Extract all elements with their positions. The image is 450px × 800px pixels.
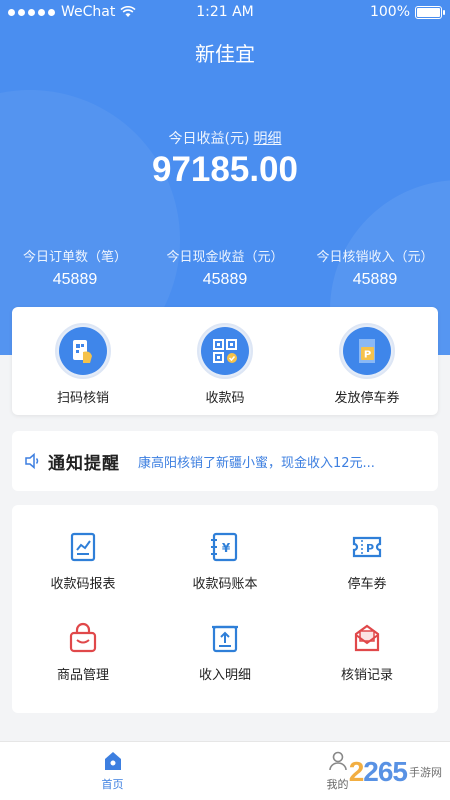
menu-item-parking-coupon[interactable]: P 停车券 — [296, 531, 438, 621]
page-title: 新佳宜 — [195, 42, 255, 66]
qr-code-icon — [213, 339, 237, 363]
battery-percent: 100% — [369, 4, 410, 20]
notice-title: 通知提醒 — [48, 453, 120, 474]
stat-orders: 今日订单数（笔） 45889 — [0, 246, 150, 289]
menu-item-label: 收款码账本 — [192, 577, 258, 592]
svg-text:P: P — [364, 350, 371, 361]
shopping-bag-icon — [69, 622, 97, 653]
stat-value: 45889 — [52, 271, 98, 288]
menu-item-label: 收入明细 — [198, 668, 251, 683]
watermark-number: 2265 — [348, 756, 408, 787]
stat-verify-income: 今日核销收入（元） 45889 — [300, 246, 450, 289]
home-icon — [104, 752, 121, 770]
header-banner: WeChat 1:21 AM 100% 新佳宜 今日收益(元) 明细 97185.… — [0, 0, 450, 355]
menu-grid: 收款码报表 ¥ 收款码账本 P 停车券 商品管理 收入明细 核销记录 — [12, 505, 438, 713]
notice-bar[interactable]: 通知提醒 康高阳核销了新疆小蜜，现金收入12元... — [12, 431, 438, 491]
stat-label: 今日核销收入（元） — [316, 250, 434, 265]
earnings-detail-link[interactable]: 明细 — [253, 131, 281, 147]
menu-item-label: 收款码报表 — [50, 577, 116, 592]
menu-item-label: 停车券 — [347, 577, 387, 592]
menu-item-verify-record[interactable]: 核销记录 — [296, 622, 438, 712]
quick-action-label: 发放停车券 — [334, 391, 400, 406]
tab-label: 首页 — [101, 778, 124, 791]
earnings-label-text: 今日收益(元) — [168, 131, 250, 147]
issue-parking-ticket-button[interactable]: P 发放停车券 — [296, 307, 438, 415]
report-icon — [70, 532, 96, 562]
scan-verify-button[interactable]: 扫码核销 — [12, 307, 154, 415]
speaker-icon — [25, 452, 39, 470]
quick-actions-card: 扫码核销 收款码 P 发放停车券 — [12, 307, 438, 415]
tab-label: 我的 — [326, 778, 349, 791]
tab-home[interactable]: 首页 — [0, 742, 225, 800]
quick-action-label: 收款码 — [205, 391, 245, 406]
earnings-amount: 97185.00 — [152, 150, 298, 189]
svg-text:¥: ¥ — [222, 541, 231, 555]
watermark-logo: 2265 手游网 — [349, 756, 442, 788]
stat-cash-income: 今日现金收益（元） 45889 — [150, 246, 300, 289]
verify-record-icon — [354, 624, 380, 652]
ledger-icon: ¥ — [210, 532, 238, 562]
menu-item-goods-management[interactable]: 商品管理 — [12, 622, 154, 712]
notice-message[interactable]: 康高阳核销了新疆小蜜，现金收入12元... — [138, 452, 375, 471]
stat-value: 45889 — [352, 271, 398, 288]
profile-icon — [328, 751, 347, 771]
status-bar: WeChat 1:21 AM 100% — [0, 0, 450, 26]
menu-item-label: 核销记录 — [340, 668, 393, 683]
parking-coupon-icon: P — [352, 536, 382, 558]
scan-verify-icon — [73, 340, 92, 363]
svg-text:P: P — [366, 542, 374, 555]
menu-item-label: 商品管理 — [56, 668, 109, 683]
menu-item-qr-report[interactable]: 收款码报表 — [12, 531, 154, 621]
quick-action-label: 扫码核销 — [56, 391, 109, 406]
menu-item-income-detail[interactable]: 收入明细 — [154, 622, 296, 712]
earnings-label: 今日收益(元) 明细 — [0, 128, 450, 148]
stats-row: 今日订单数（笔） 45889 今日现金收益（元） 45889 今日核销收入（元）… — [0, 246, 450, 289]
stat-value: 45889 — [202, 271, 248, 288]
menu-item-qr-ledger[interactable]: ¥ 收款码账本 — [154, 531, 296, 621]
stat-label: 今日现金收益（元） — [166, 250, 284, 265]
watermark-text: 手游网 — [409, 766, 442, 779]
stat-label: 今日订单数（笔） — [22, 250, 127, 265]
qr-code-button[interactable]: 收款码 — [154, 307, 296, 415]
parking-ticket-icon: P — [359, 339, 375, 363]
income-detail-icon — [211, 625, 238, 653]
battery-icon — [415, 5, 445, 19]
